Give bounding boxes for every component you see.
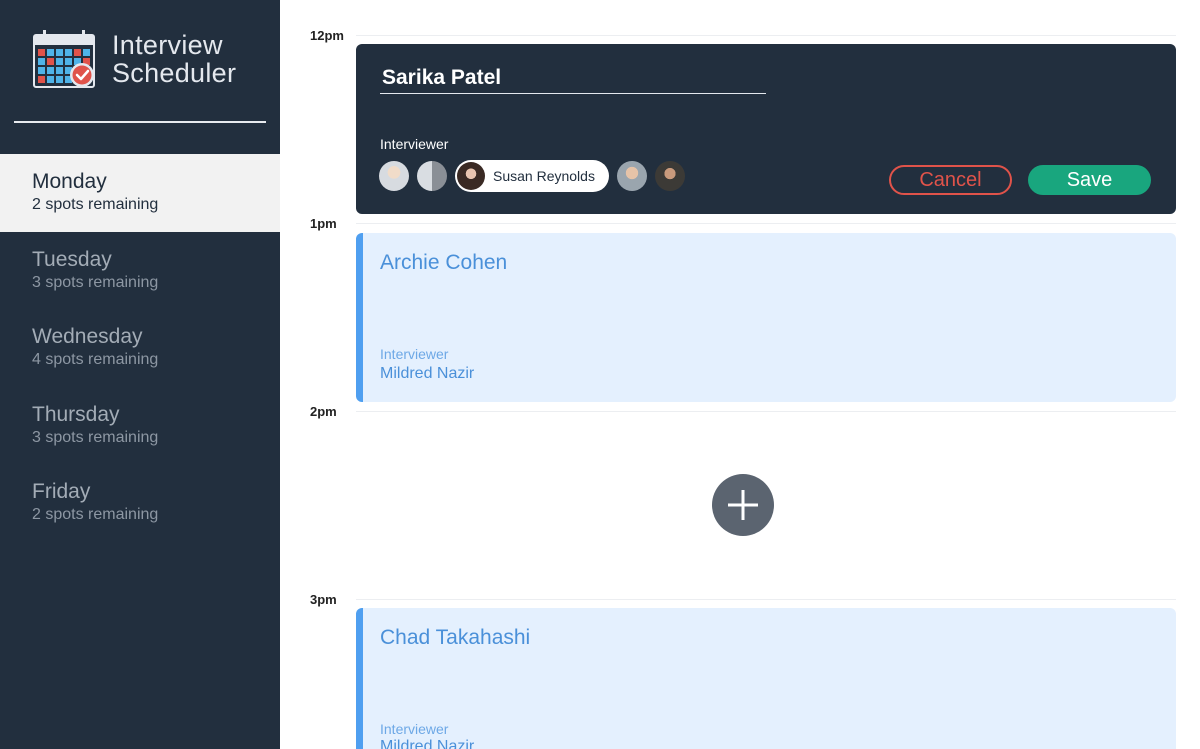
day-name: Wednesday <box>32 325 143 348</box>
day-spots: 3 spots remaining <box>32 428 159 446</box>
appointment-card[interactable]: Archie Cohen Interviewer Mildred Nazir <box>356 233 1176 402</box>
day-name: Friday <box>32 480 91 503</box>
time-divider <box>356 223 1176 224</box>
app-title-line1: Interview <box>112 30 223 60</box>
interviewer-avatar[interactable] <box>379 161 409 191</box>
app-title: Interview Scheduler <box>112 31 236 87</box>
time-divider <box>356 411 1176 412</box>
time-divider <box>356 35 1176 36</box>
time-label-2pm: 2pm <box>310 404 337 419</box>
day-item-tuesday[interactable]: Tuesday 3 spots remaining <box>0 232 280 310</box>
appointment-card[interactable]: Chad Takahashi Interviewer Mildred Nazir <box>356 608 1176 749</box>
day-spots: 3 spots remaining <box>32 273 159 291</box>
day-list: Monday 2 spots remaining Tuesday 3 spots… <box>0 154 280 542</box>
appointment-interviewer: Mildred Nazir <box>380 738 475 749</box>
student-name-input[interactable] <box>380 64 766 94</box>
day-spots: 4 spots remaining <box>32 351 159 368</box>
app-title-line2: Scheduler <box>112 58 237 88</box>
plus-icon <box>728 490 758 520</box>
day-spots: 2 spots remaining <box>32 196 159 213</box>
day-name: Thursday <box>32 402 120 426</box>
time-label-3pm: 3pm <box>310 592 337 607</box>
sidebar: Interview Scheduler Monday 2 spots remai… <box>0 0 280 749</box>
appointment-student: Archie Cohen <box>380 251 508 274</box>
cancel-button[interactable]: Cancel <box>889 165 1012 195</box>
appointment-interviewer: Mildred Nazir <box>380 365 475 382</box>
time-divider <box>356 599 1176 600</box>
save-button[interactable]: Save <box>1028 165 1151 195</box>
day-item-wednesday[interactable]: Wednesday 4 spots remaining <box>0 309 280 387</box>
interviewer-avatar[interactable] <box>616 161 647 191</box>
selected-interviewer-name: Susan Reynolds <box>493 168 595 184</box>
day-item-monday[interactable]: Monday 2 spots remaining <box>0 154 280 232</box>
interviewer-avatar[interactable] <box>417 161 447 191</box>
interviewer-avatar-selected[interactable]: Susan Reynolds <box>455 160 609 192</box>
day-item-friday[interactable]: Friday 2 spots remaining <box>0 464 280 542</box>
calendar-check-icon <box>33 30 95 88</box>
interviewer-avatar <box>457 162 485 190</box>
interviewer-avatar[interactable] <box>654 161 685 191</box>
time-label-1pm: 1pm <box>310 216 337 231</box>
appointment-form: Interviewer Susan Reynolds Cancel Save <box>356 44 1176 214</box>
schedule: 12pm Interviewer Susan Reynolds Cancel S… <box>280 0 1200 749</box>
appointment-interviewer-label: Interviewer <box>380 721 449 737</box>
appointment-student: Chad Takahashi <box>380 626 531 649</box>
appointment-interviewer-label: Interviewer <box>380 346 449 362</box>
day-name: Monday <box>32 170 107 193</box>
add-appointment-button[interactable] <box>712 474 774 536</box>
interviewer-label: Interviewer <box>380 136 449 152</box>
app-logo: Interview Scheduler <box>33 30 273 92</box>
day-spots: 2 spots remaining <box>32 506 159 523</box>
interviewer-list: Susan Reynolds <box>379 160 693 192</box>
day-name: Tuesday <box>32 247 112 271</box>
sidebar-divider <box>14 121 266 123</box>
time-label-12pm: 12pm <box>310 28 344 43</box>
day-item-thursday[interactable]: Thursday 3 spots remaining <box>0 387 280 465</box>
